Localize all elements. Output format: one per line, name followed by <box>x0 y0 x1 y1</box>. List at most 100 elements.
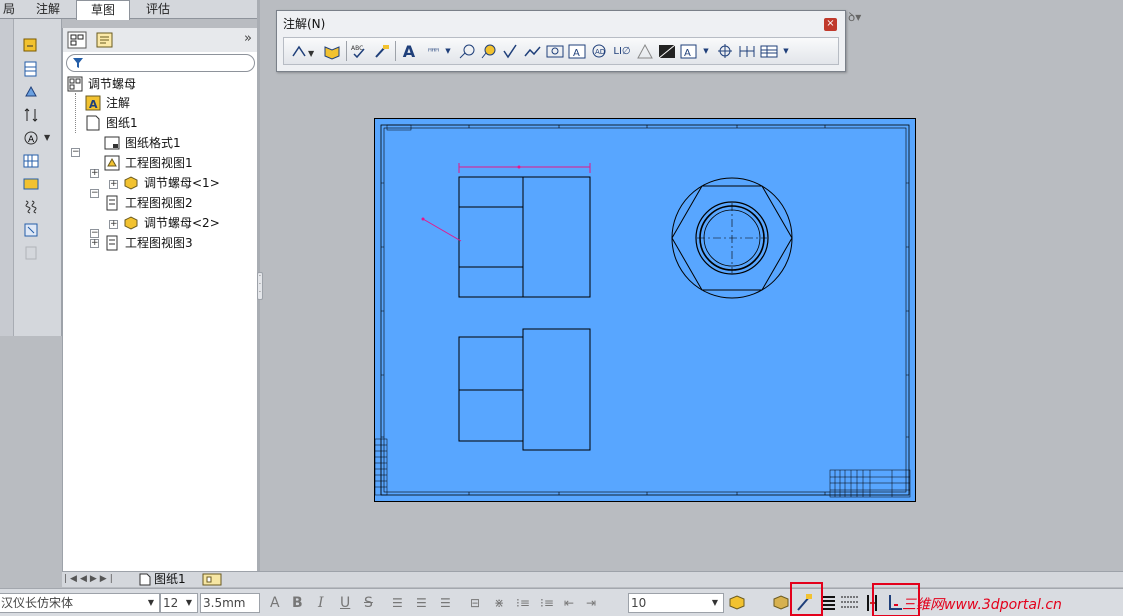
note-icon[interactable]: A <box>22 129 40 147</box>
dropdown-arrow-icon[interactable]: ▼ <box>781 43 791 60</box>
bullets-icon[interactable]: ⁝≡ <box>540 594 554 612</box>
part-icon <box>124 216 138 230</box>
dimension-handle[interactable] <box>517 165 521 169</box>
tree-item-annotations[interactable]: 注解 <box>106 94 130 112</box>
dropdown-arrow-icon[interactable]: ▼ <box>44 133 50 142</box>
model-items-icon[interactable] <box>322 43 342 60</box>
tree-item-part1[interactable]: 调节螺母<1> <box>144 174 220 192</box>
sheet-navigation-buttons[interactable]: |◀◀▶▶| <box>64 573 128 586</box>
smart-dimension-icon[interactable] <box>22 37 40 55</box>
drawing-view-icon <box>106 195 118 211</box>
tree-filter-input[interactable] <box>66 54 255 72</box>
tab-annotation[interactable]: 注解 <box>26 0 70 19</box>
tree-root[interactable]: 调节螺母 <box>88 75 136 93</box>
view-orientation-icon[interactable]: ꝺ▾ <box>848 8 861 25</box>
grid-icon[interactable] <box>22 152 40 170</box>
align-top-icon[interactable]: ⊟ <box>470 594 480 612</box>
block-icon[interactable]: A <box>679 43 699 60</box>
text-height-input[interactable]: 3.5mm <box>200 593 260 613</box>
datum-feature-icon[interactable]: AD <box>589 43 609 60</box>
center-mark-icon[interactable] <box>715 43 735 60</box>
align-left-icon[interactable]: ☰ <box>392 594 403 612</box>
table-icon[interactable] <box>22 60 40 78</box>
sheet-format-icon <box>104 136 120 150</box>
revision-symbol-icon[interactable] <box>635 43 655 60</box>
dropdown-arrow-icon[interactable]: ▼ <box>708 595 722 611</box>
numbering-icon[interactable]: ⁝≡ <box>516 594 530 612</box>
font-color-icon[interactable]: A <box>270 594 280 612</box>
collapse-icon[interactable]: − <box>90 229 99 238</box>
tree-item-part2[interactable]: 调节螺母<2> <box>144 214 220 232</box>
align-right-icon[interactable]: ☰ <box>440 594 451 612</box>
surface-finish-icon[interactable] <box>501 43 521 60</box>
block-icon[interactable] <box>22 175 40 193</box>
tree-item-view1[interactable]: 工程图视图1 <box>125 154 193 172</box>
panel-splitter[interactable]: · · · <box>257 0 263 571</box>
underline-icon[interactable]: U <box>340 594 350 612</box>
panel-tabs: » <box>63 28 258 52</box>
collapse-icon[interactable]: − <box>90 189 99 198</box>
move-icon[interactable] <box>22 106 40 124</box>
add-sheet-icon[interactable] <box>202 573 222 586</box>
bold-icon[interactable]: B <box>292 594 303 612</box>
tree-item-view3[interactable]: 工程图视图3 <box>125 234 193 252</box>
collapse-icon[interactable]: − <box>71 148 80 157</box>
sheet-icon <box>139 573 151 586</box>
drawing-sheet[interactable] <box>374 118 916 502</box>
sheet-tab[interactable]: 图纸1 <box>154 572 186 587</box>
dropdown-arrow-icon[interactable]: ▼ <box>182 595 196 611</box>
note-icon[interactable]: A <box>399 43 419 60</box>
toolbar-collapsed-column <box>0 19 14 336</box>
text-height-value: 3.5mm <box>203 596 246 610</box>
svg-text:A: A <box>89 98 98 111</box>
tree-item-sheet[interactable]: 图纸1 <box>106 114 138 132</box>
splitter-handle[interactable]: · · · <box>257 272 263 300</box>
balloon-icon[interactable] <box>457 43 477 60</box>
property-tab-icon[interactable] <box>95 31 115 49</box>
sheet-tab-bar: |◀◀▶▶| 图纸1 <box>62 571 1123 587</box>
centerline-icon[interactable] <box>737 43 757 60</box>
tab-evaluate[interactable]: 评估 <box>136 0 180 19</box>
font-size-select[interactable]: 12 ▼ <box>160 593 198 613</box>
expand-panel-icon[interactable]: » <box>244 31 252 46</box>
svg-text:AD: AD <box>595 48 605 56</box>
close-button[interactable]: × <box>824 18 837 31</box>
layer-properties-icon[interactable] <box>728 594 746 610</box>
pattern-icon[interactable] <box>22 83 40 101</box>
dropdown-arrow-icon[interactable]: ▼ <box>443 43 453 60</box>
datum-target-icon[interactable]: LI∅ <box>611 43 633 60</box>
strikethrough-icon[interactable]: S <box>364 594 373 612</box>
tab-layout[interactable]: 局 <box>0 0 18 19</box>
italic-icon[interactable]: I <box>318 594 324 612</box>
format-painter-icon[interactable] <box>372 43 392 60</box>
tree-item-sheet-format[interactable]: 图纸格式1 <box>125 134 181 152</box>
feature-tree-tab-icon[interactable] <box>67 31 87 49</box>
table-icon[interactable] <box>759 43 779 60</box>
align-center-icon[interactable]: ☰ <box>416 594 427 612</box>
align-middle-icon[interactable]: ⋇ <box>494 594 504 612</box>
decrease-indent-icon[interactable]: ⇤ <box>564 594 574 612</box>
expand-icon[interactable]: + <box>109 220 118 229</box>
insert-icon[interactable] <box>22 221 40 239</box>
dropdown-arrow-icon[interactable]: ▼ <box>701 43 711 60</box>
tab-sketch[interactable]: 草图 <box>76 0 130 20</box>
smart-dimension-icon[interactable]: ▼ <box>290 43 318 60</box>
line-style-icon[interactable] <box>840 594 860 612</box>
font-name-select[interactable]: 汉仪长仿宋体 ▼ <box>0 593 160 613</box>
spring-icon[interactable] <box>22 198 40 216</box>
expand-icon[interactable]: + <box>90 169 99 178</box>
weld-symbol-icon[interactable] <box>523 43 543 60</box>
increase-indent-icon[interactable]: ⇥ <box>586 594 596 612</box>
expand-icon[interactable]: + <box>109 180 118 189</box>
spell-checker-icon[interactable]: ABC <box>350 43 370 60</box>
expand-icon[interactable]: + <box>90 239 99 248</box>
hole-callout-icon[interactable] <box>545 43 565 60</box>
geometric-tolerance-icon[interactable]: A <box>567 43 587 60</box>
dropdown-arrow-icon[interactable]: ▼ <box>144 595 158 611</box>
hidden-layer-icon[interactable] <box>772 594 790 610</box>
layer-select[interactable]: 10 ▼ <box>628 593 724 613</box>
tree-item-view2[interactable]: 工程图视图2 <box>125 194 193 212</box>
linear-note-pattern-icon[interactable]: ꟸꟸꟸ <box>421 43 445 60</box>
auto-balloon-icon[interactable] <box>479 43 499 60</box>
area-hatch-icon[interactable] <box>657 43 677 60</box>
